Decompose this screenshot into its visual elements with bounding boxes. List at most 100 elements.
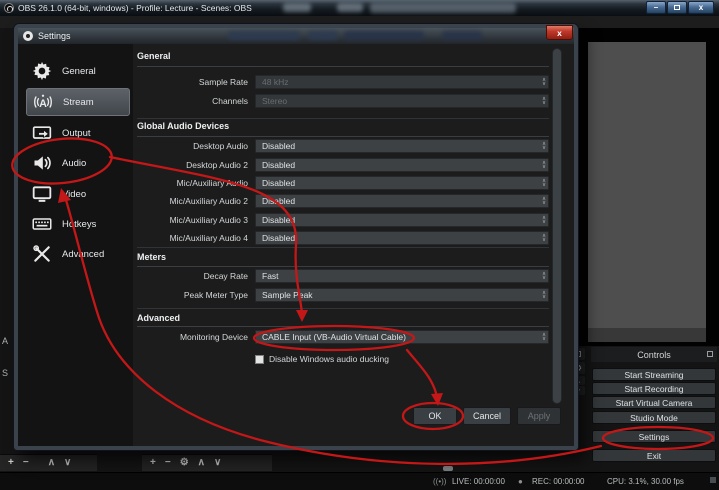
start-streaming-button[interactable]: Start Streaming	[592, 368, 716, 381]
divider	[137, 308, 549, 309]
redacted-blob	[283, 3, 311, 12]
mic-aux-audio-2-select[interactable]: Disabled ∧ ∨	[255, 194, 549, 208]
mic-aux-audio-3-row: Mic/Auxiliary Audio 3 Disabled ∧ ∨	[137, 213, 549, 227]
redacted-blob	[228, 31, 300, 40]
dialog-close-button[interactable]: x	[546, 25, 573, 40]
sources-panel-partial-label: S	[2, 368, 9, 378]
desktop-audio-2-select[interactable]: Disabled ∧ ∨	[255, 158, 549, 172]
controls-panel-header: Controls	[591, 347, 717, 362]
add-scene-button[interactable]: +	[8, 458, 14, 468]
spinner-icon: ∧ ∨	[541, 140, 546, 151]
controls-panel-title: Controls	[637, 349, 671, 360]
add-source-button[interactable]: +	[150, 458, 156, 468]
speaker-icon	[30, 151, 54, 175]
mic-aux-audio-2-row: Mic/Auxiliary Audio 2 Disabled ∧ ∨	[137, 194, 549, 208]
sidebar-item-hotkeys[interactable]: Hotkeys	[26, 210, 130, 238]
scene-down-button[interactable]: ∨	[64, 458, 71, 468]
mic-aux-audio-row: Mic/Auxiliary Audio Disabled ∧ ∨	[137, 176, 549, 190]
sidebar-item-output[interactable]: Output	[26, 119, 130, 147]
audio-ducking-row: Disable Windows audio ducking	[137, 352, 549, 366]
decay-rate-select[interactable]: Fast ∧ ∨	[255, 269, 549, 283]
remove-source-button[interactable]: −	[165, 458, 171, 468]
mic-aux-audio-4-select[interactable]: Disabled ∧ ∨	[255, 231, 549, 245]
divider	[137, 136, 549, 137]
divider	[137, 66, 549, 67]
spinner-icon: ∧ ∨	[541, 214, 546, 225]
obs-logo-icon	[4, 3, 14, 13]
obs-logo-icon	[23, 31, 33, 41]
scene-up-button[interactable]: ∧	[48, 458, 55, 468]
redacted-blob	[337, 3, 363, 12]
sources-toolbar: + − ⚙ ∧ ∨	[142, 454, 272, 471]
cpu-fps-status: CPU: 3.1%, 30.00 fps	[607, 477, 684, 486]
section-header-global-audio: Global Audio Devices	[137, 121, 230, 131]
section-header-general: General	[137, 51, 171, 61]
close-icon: x	[698, 3, 704, 12]
maximize-icon	[674, 5, 680, 10]
exit-button[interactable]: Exit	[592, 449, 716, 462]
spinner-icon: ∧ ∨	[541, 289, 546, 300]
minimize-button[interactable]: –	[646, 1, 666, 14]
audio-mixer-panel-partial-label: A	[2, 336, 9, 346]
maximize-button[interactable]	[667, 1, 687, 14]
desktop-audio-select[interactable]: Disabled ∧ ∨	[255, 139, 549, 153]
settings-button[interactable]: Settings	[592, 430, 716, 443]
stream-antenna-icon: A	[31, 90, 55, 114]
obs-application-window: OBS 26.1.0 (64-bit, windows) - Profile: …	[0, 0, 719, 490]
close-icon: x	[557, 27, 562, 38]
preview-capture-window	[588, 42, 706, 328]
keyboard-icon	[30, 212, 54, 236]
decay-rate-row: Decay Rate Fast ∧ ∨	[137, 269, 549, 283]
disable-ducking-checkbox[interactable]	[255, 354, 264, 364]
channels-select[interactable]: Stereo ∧ ∨	[255, 94, 549, 108]
settings-scrollbar[interactable]	[552, 48, 562, 404]
source-up-button[interactable]: ∧	[198, 458, 205, 468]
sidebar-item-video[interactable]: Video	[26, 180, 130, 208]
redacted-blob	[344, 31, 424, 40]
settings-dialog: Settings x General A Stream Output Audio…	[14, 24, 578, 450]
source-down-button[interactable]: ∨	[214, 458, 221, 468]
apply-button[interactable]: Apply	[517, 407, 561, 425]
close-button[interactable]: x	[688, 1, 714, 14]
ok-button[interactable]: OK	[413, 407, 457, 425]
spinner-icon: ∧ ∨	[541, 195, 546, 206]
remove-scene-button[interactable]: −	[23, 458, 29, 468]
sidebar-item-advanced[interactable]: Advanced	[26, 240, 130, 268]
spinner-icon: ∧ ∨	[541, 232, 546, 243]
start-virtual-camera-button[interactable]: Start Virtual Camera	[592, 396, 716, 409]
panel-options-icon[interactable]	[707, 351, 713, 357]
peak-meter-type-select[interactable]: Sample Peak ∧ ∨	[255, 288, 549, 302]
sidebar-item-stream[interactable]: A Stream	[26, 88, 130, 116]
source-properties-gear-button[interactable]: ⚙	[180, 458, 189, 468]
start-recording-button[interactable]: Start Recording	[592, 382, 716, 395]
sidebar-item-audio[interactable]: Audio	[26, 149, 130, 177]
desktop-audio-row: Desktop Audio Disabled ∧ ∨	[137, 139, 549, 153]
section-header-meters: Meters	[137, 252, 167, 262]
preview-capture-taskbar	[588, 328, 706, 342]
gear-icon	[30, 59, 54, 83]
monitoring-device-select[interactable]: CABLE Input (VB-Audio Virtual Cable) ∧ ∨	[255, 330, 549, 344]
mic-aux-audio-select[interactable]: Disabled ∧ ∨	[255, 176, 549, 190]
status-bar: ((•)) LIVE: 00:00:00 ● REC: 00:00:00 CPU…	[0, 472, 719, 490]
mic-aux-audio-3-select[interactable]: Disabled ∧ ∨	[255, 213, 549, 227]
scrollbar-thumb[interactable]	[553, 49, 561, 403]
scenes-toolbar: + − ∧ ∨	[0, 454, 97, 471]
live-timer: LIVE: 00:00:00	[452, 477, 505, 486]
slider-handle[interactable]	[443, 466, 453, 471]
spinner-icon: ∧ ∨	[541, 270, 546, 281]
sidebar-item-general[interactable]: General	[26, 57, 130, 85]
cancel-button[interactable]: Cancel	[463, 407, 511, 425]
divider	[137, 326, 549, 327]
section-header-advanced: Advanced	[137, 313, 181, 323]
rec-dot-icon: ●	[518, 477, 523, 486]
minimize-icon: –	[653, 3, 659, 12]
resize-grip[interactable]	[710, 477, 716, 483]
tools-icon	[30, 242, 54, 266]
dialog-title: Settings	[38, 31, 71, 41]
monitor-icon	[30, 182, 54, 206]
output-icon	[30, 121, 54, 145]
divider	[137, 247, 549, 248]
spinner-icon: ∧ ∨	[541, 95, 546, 106]
studio-mode-button[interactable]: Studio Mode	[592, 411, 716, 424]
sample-rate-select[interactable]: 48 kHz ∧ ∨	[255, 75, 549, 89]
